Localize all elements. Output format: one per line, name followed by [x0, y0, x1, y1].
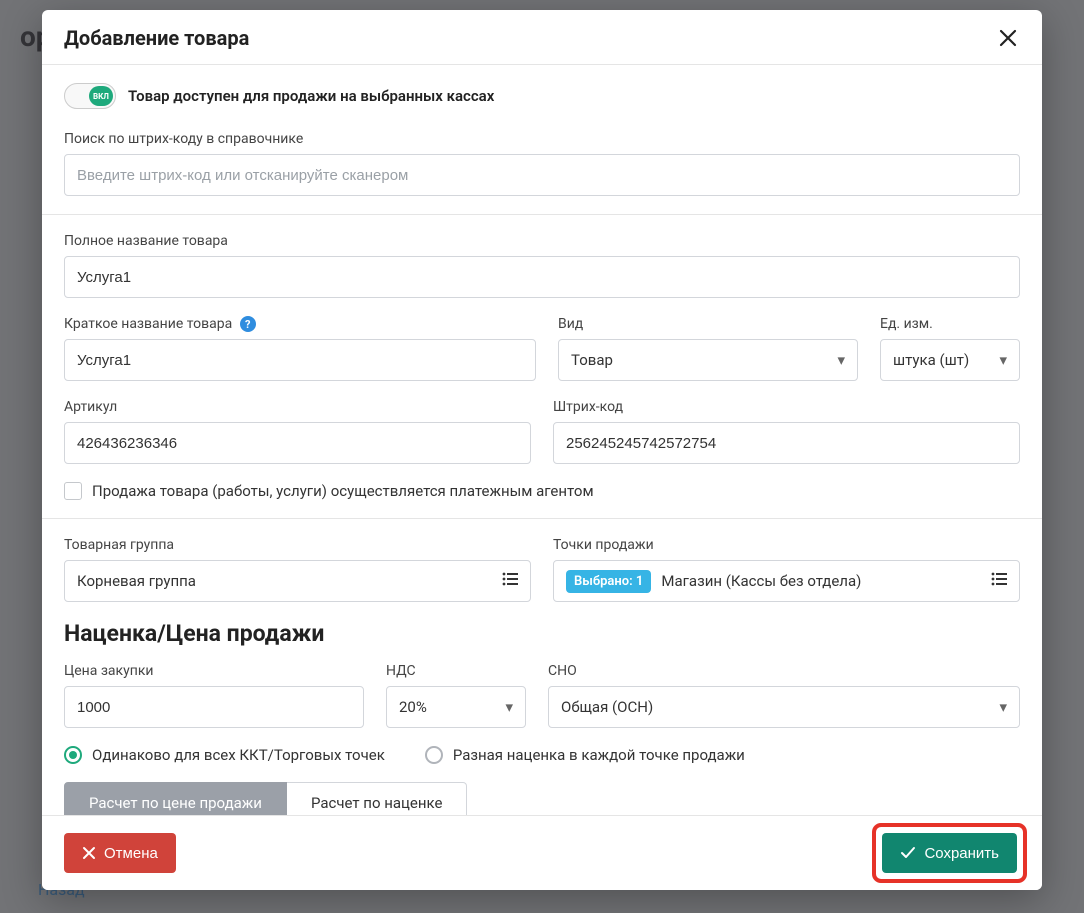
- selected-count-badge: Выбрано: 1: [566, 570, 651, 593]
- seg-calc-by-markup[interactable]: Расчет по наценке: [287, 782, 468, 815]
- full-name-label: Полное название товара: [64, 233, 1020, 249]
- barcode-label: Штрих-код: [553, 399, 1020, 415]
- available-toggle-label: Товар доступен для продажи на выбранных …: [128, 87, 494, 105]
- modal-footer: Отмена Сохранить: [42, 815, 1042, 890]
- chevron-down-icon: ▾: [505, 698, 513, 716]
- purchase-price-label: Цена закупки: [64, 663, 364, 679]
- modal-overlay: Добавление товара ВКЛ Товар доступен для…: [0, 0, 1084, 913]
- agent-checkbox-label: Продажа товара (работы, услуги) осуществ…: [92, 482, 594, 500]
- product-group-select[interactable]: Корневая группа: [64, 560, 531, 602]
- barcode-input[interactable]: [553, 422, 1020, 464]
- sno-label: СНО: [548, 663, 1020, 679]
- product-group-label: Товарная группа: [64, 537, 531, 553]
- chevron-down-icon: ▾: [837, 351, 845, 369]
- purchase-price-input[interactable]: [64, 686, 364, 728]
- save-button[interactable]: Сохранить: [882, 833, 1017, 873]
- vat-select[interactable]: 20% ▾: [386, 686, 526, 728]
- list-icon: [991, 572, 1007, 590]
- help-icon[interactable]: ?: [240, 316, 256, 332]
- chevron-down-icon: ▾: [999, 351, 1007, 369]
- short-name-input[interactable]: [64, 339, 536, 381]
- chevron-down-icon: ▾: [999, 698, 1007, 716]
- cancel-button[interactable]: Отмена: [64, 833, 176, 873]
- list-icon: [502, 572, 518, 590]
- check-icon: [900, 846, 916, 860]
- sales-points-label: Точки продажи: [553, 537, 1020, 553]
- radio-diff-label: Разная наценка в каждой точке продажи: [453, 746, 745, 764]
- agent-checkbox[interactable]: [64, 482, 82, 500]
- modal-header: Добавление товара: [42, 10, 1042, 65]
- radio-diff-markup[interactable]: [425, 746, 443, 764]
- short-name-label: Краткое название товара ?: [64, 316, 536, 332]
- type-label: Вид: [558, 316, 858, 332]
- available-toggle[interactable]: ВКЛ: [64, 83, 116, 109]
- seg-calc-by-price[interactable]: Расчет по цене продажи: [64, 782, 287, 815]
- article-label: Артикул: [64, 399, 531, 415]
- radio-same-label: Одинаково для всех ККТ/Торговых точек: [92, 746, 385, 764]
- toggle-knob: ВКЛ: [89, 86, 113, 106]
- full-name-input[interactable]: [64, 256, 1020, 298]
- unit-select[interactable]: штука (шт) ▾: [880, 339, 1020, 381]
- barcode-search-input[interactable]: [64, 154, 1020, 196]
- unit-label: Ед. изм.: [880, 316, 1020, 332]
- close-icon[interactable]: [996, 26, 1020, 50]
- markup-section-title: Наценка/Цена продажи: [64, 620, 1020, 647]
- type-select[interactable]: Товар ▾: [558, 339, 858, 381]
- close-icon: [82, 846, 96, 860]
- modal-title: Добавление товара: [64, 26, 249, 50]
- barcode-search-label: Поиск по штрих-коду в справочнике: [64, 131, 1020, 147]
- vat-label: НДС: [386, 663, 526, 679]
- sales-points-select[interactable]: Выбрано: 1 Магазин (Кассы без отдела): [553, 560, 1020, 602]
- add-product-modal: Добавление товара ВКЛ Товар доступен для…: [42, 10, 1042, 890]
- article-input[interactable]: [64, 422, 531, 464]
- radio-same-markup[interactable]: [64, 746, 82, 764]
- sno-select[interactable]: Общая (ОСН) ▾: [548, 686, 1020, 728]
